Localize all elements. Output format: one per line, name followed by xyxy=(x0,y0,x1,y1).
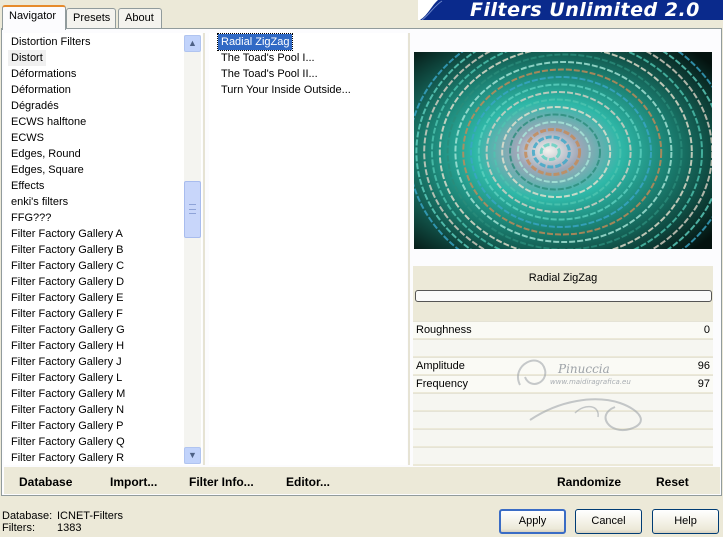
category-item[interactable]: Filter Factory Gallery R xyxy=(8,450,127,465)
watermark-text: Pinuccia xyxy=(558,362,610,376)
category-item[interactable]: Déformations xyxy=(8,66,79,82)
filters-label: Filters: xyxy=(2,522,35,534)
database-button[interactable]: Database xyxy=(19,475,72,489)
category-scrollbar[interactable]: ▲ ▼ xyxy=(184,35,201,464)
filters-count: 1383 xyxy=(57,522,82,534)
database-label: Database: xyxy=(2,510,53,522)
grip-icon xyxy=(189,204,196,214)
list-divider xyxy=(408,33,410,465)
filter-item[interactable]: Turn Your Inside Outside... xyxy=(218,82,354,98)
watermark-subtext: www.maidiragrafica.eu xyxy=(550,378,631,386)
category-item[interactable]: ECWS xyxy=(8,130,47,146)
filter-list[interactable]: Radial ZigZag The Toad's Pool I... The Toa… xyxy=(209,33,407,465)
slider-empty xyxy=(413,447,713,464)
slider-value: 97 xyxy=(697,378,710,390)
category-item[interactable]: ECWS halftone xyxy=(8,114,89,130)
slider-label: Frequency xyxy=(416,378,468,390)
filter-item[interactable]: The Toad's Pool I... xyxy=(218,50,318,66)
slider-value: 0 xyxy=(703,324,710,336)
category-item[interactable]: Déformation xyxy=(8,82,74,98)
category-item[interactable]: Filter Factory Gallery G xyxy=(8,322,128,338)
scroll-thumb[interactable] xyxy=(184,181,201,238)
reset-button[interactable]: Reset xyxy=(656,475,689,489)
category-item[interactable]: Effects xyxy=(8,178,47,194)
tab-strip: Navigator Presets About xyxy=(0,0,420,30)
category-item[interactable]: Filter Factory Gallery Q xyxy=(8,434,128,450)
progress-bar xyxy=(415,290,712,302)
scroll-down-button[interactable]: ▼ xyxy=(184,447,201,464)
category-item[interactable]: Edges, Square xyxy=(8,162,87,178)
category-item[interactable]: Dégradés xyxy=(8,98,62,114)
import-button[interactable]: Import... xyxy=(110,475,157,489)
slider-label: Amplitude xyxy=(416,360,465,372)
category-item[interactable]: Filter Factory Gallery F xyxy=(8,306,126,322)
slider-roughness[interactable]: Roughness 0 xyxy=(413,321,713,338)
cancel-button[interactable]: Cancel xyxy=(575,509,642,534)
category-item[interactable]: Filter Factory Gallery L xyxy=(8,370,125,386)
category-item[interactable]: Distortion Filters xyxy=(8,34,93,50)
slider-value: 96 xyxy=(697,360,710,372)
editor-button[interactable]: Editor... xyxy=(286,475,330,489)
watermark-logo xyxy=(517,359,642,432)
category-item[interactable]: Filter Factory Gallery N xyxy=(8,402,127,418)
category-item[interactable]: Filter Factory Gallery P xyxy=(8,418,126,434)
tab-presets[interactable]: Presets xyxy=(66,8,116,28)
category-item[interactable]: Filter Factory Gallery A xyxy=(8,226,126,242)
category-item[interactable]: FFG??? xyxy=(8,210,54,226)
category-item[interactable]: Filter Factory Gallery M xyxy=(8,386,128,402)
banner-title: Filters Unlimited 2.0 xyxy=(470,0,700,21)
category-item[interactable]: Filter Factory Gallery J xyxy=(8,354,125,370)
slider-label: Roughness xyxy=(416,324,472,336)
category-item[interactable]: Edges, Round xyxy=(8,146,84,162)
apply-button[interactable]: Apply xyxy=(499,509,566,534)
help-button[interactable]: Help xyxy=(652,509,719,534)
filter-item[interactable]: Radial ZigZag xyxy=(216,33,294,51)
category-item[interactable]: Filter Factory Gallery H xyxy=(8,338,127,354)
list-divider xyxy=(203,33,205,465)
tab-about[interactable]: About xyxy=(118,8,162,28)
preview-image xyxy=(414,52,712,249)
randomize-button[interactable]: Randomize xyxy=(557,475,621,489)
tab-navigator[interactable]: Navigator xyxy=(2,5,66,30)
filter-info-button[interactable]: Filter Info... xyxy=(189,475,254,489)
filter-item[interactable]: The Toad's Pool II... xyxy=(218,66,321,82)
category-item[interactable]: Distort xyxy=(8,50,46,66)
scroll-up-button[interactable]: ▲ xyxy=(184,35,201,52)
category-list[interactable]: Distortion Filters Distort Déformations Déf… xyxy=(4,33,202,465)
category-item[interactable]: Filter Factory Gallery E xyxy=(8,290,126,306)
category-item[interactable]: Filter Factory Gallery C xyxy=(8,258,127,274)
radial-zigzag-preview xyxy=(414,52,712,249)
database-value: ICNET-Filters xyxy=(57,510,123,522)
category-item[interactable]: Filter Factory Gallery B xyxy=(8,242,126,258)
category-item[interactable]: Filter Factory Gallery D xyxy=(8,274,127,290)
category-item[interactable]: enki's filters xyxy=(8,194,71,210)
effect-name: Radial ZigZag xyxy=(528,272,598,284)
